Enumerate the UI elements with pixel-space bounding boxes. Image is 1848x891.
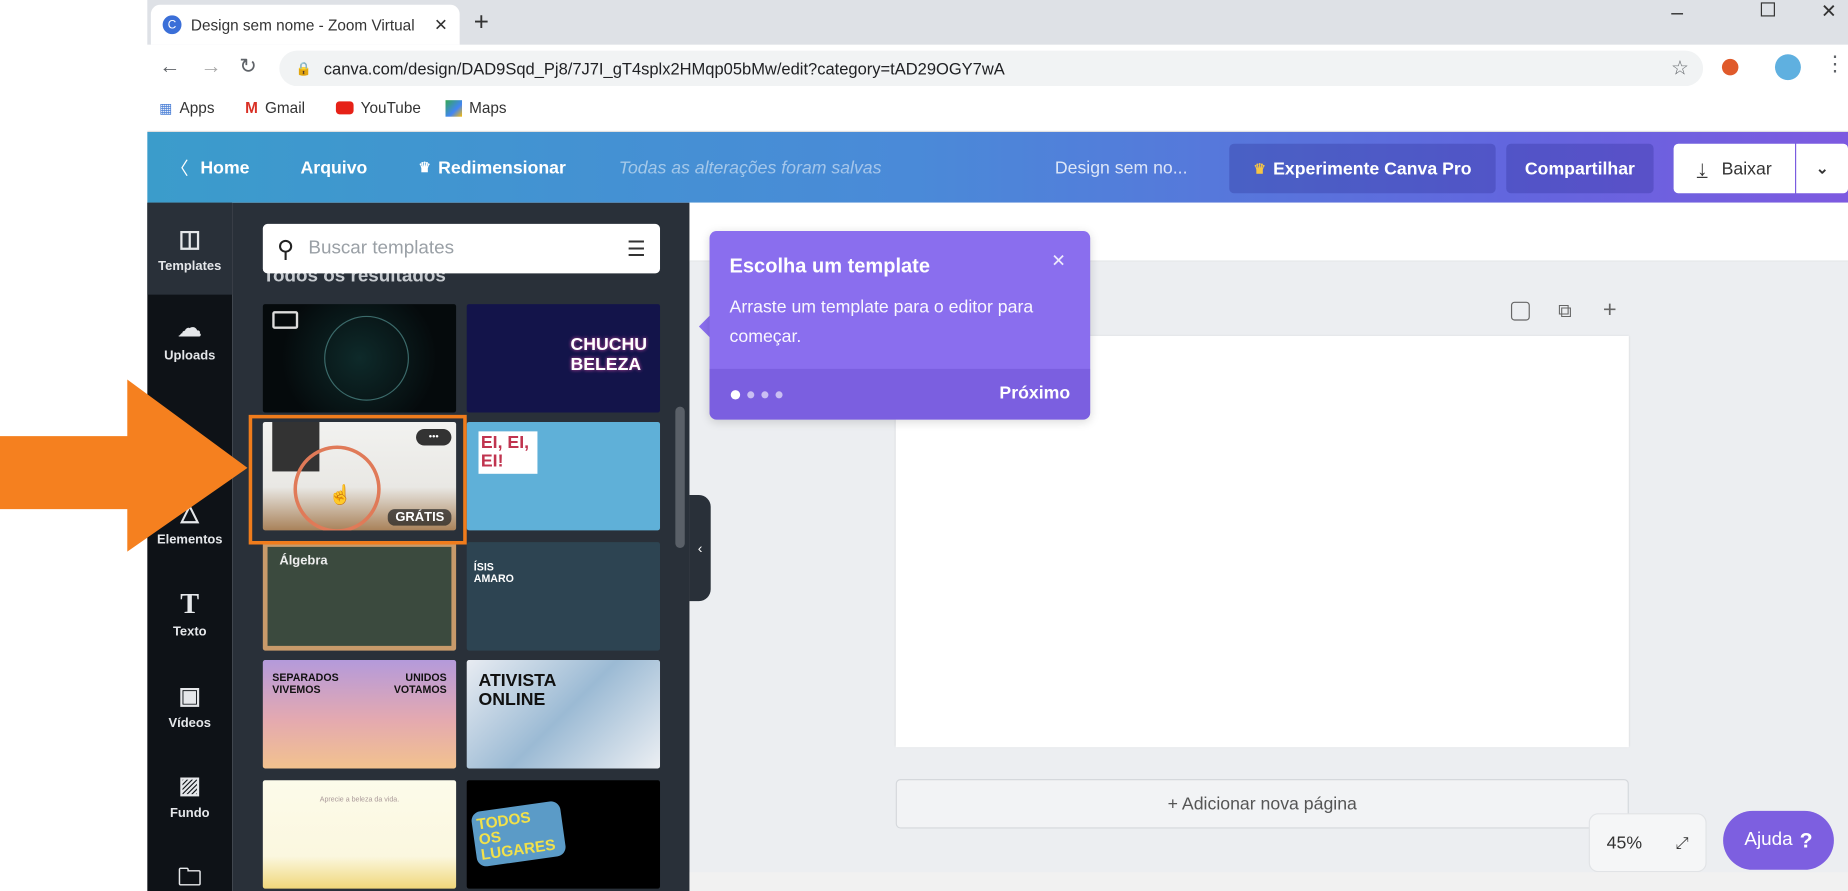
template-thumbnail[interactable]: ATIVISTA ONLINE bbox=[466, 660, 661, 769]
screen: C Design sem nome - Zoom Virtual ✕ + – ✕… bbox=[0, 0, 1848, 891]
template-thumbnail[interactable]: CHUCHU BELEZA bbox=[466, 304, 661, 413]
bookmark-star-icon[interactable]: ☆ bbox=[1671, 57, 1689, 81]
text-icon: T bbox=[180, 589, 200, 620]
step-dot bbox=[747, 391, 755, 399]
upload-cloud-icon: ☁ bbox=[177, 315, 202, 342]
design-name[interactable]: Design sem no... bbox=[1055, 132, 1188, 203]
folder-icon: 🗀 bbox=[177, 865, 202, 891]
profile-avatar[interactable] bbox=[1774, 54, 1801, 81]
minimize-icon[interactable]: – bbox=[1671, 0, 1683, 25]
crown-icon: ♛ bbox=[1253, 160, 1267, 177]
canva-favicon-icon: C bbox=[162, 15, 182, 35]
step-dots bbox=[730, 390, 783, 400]
share-button[interactable]: Compartilhar bbox=[1506, 143, 1654, 194]
orange-arrow-annotation bbox=[0, 379, 248, 552]
crown-icon: ♛ bbox=[418, 159, 432, 176]
reload-icon[interactable]: ↻ bbox=[239, 54, 257, 79]
background-icon: ▨ bbox=[178, 773, 201, 800]
bookmark-gmail[interactable]: M Gmail bbox=[245, 99, 305, 117]
onboarding-tooltip: Escolha um template ✕ Arraste um templat… bbox=[709, 231, 1091, 420]
step-dot bbox=[775, 391, 783, 399]
zoom-level[interactable]: 45% bbox=[1607, 833, 1642, 853]
download-button[interactable]: ↓ Baixar bbox=[1673, 143, 1796, 194]
notes-icon[interactable] bbox=[1510, 301, 1530, 321]
template-thumbnail[interactable]: ÍSIS AMARO bbox=[466, 542, 661, 651]
zoom-control[interactable]: 45% ⤢ bbox=[1588, 813, 1707, 873]
rail-item-text[interactable]: T Texto bbox=[147, 589, 232, 638]
file-menu[interactable]: Arquivo bbox=[301, 132, 368, 203]
close-tab-icon[interactable]: ✕ bbox=[434, 15, 448, 35]
add-page-icon[interactable]: + bbox=[1603, 297, 1617, 324]
apps-grid-icon: ▦ bbox=[159, 99, 173, 117]
tooltip-close-icon[interactable]: ✕ bbox=[1051, 250, 1066, 271]
rail-item-videos[interactable]: ▣ Vídeos bbox=[147, 684, 232, 731]
tab-title: Design sem nome - Zoom Virtual bbox=[190, 15, 415, 34]
resize-button[interactable]: ♛ Redimensionar bbox=[418, 132, 565, 203]
chevron-left-icon: 〈 bbox=[170, 158, 189, 179]
template-thumbnail[interactable]: EI, EI, EI! bbox=[466, 421, 661, 531]
template-thumbnail[interactable]: SEPARADOS VIVEMOS UNIDOS VOTAMOS bbox=[262, 660, 457, 769]
maps-icon bbox=[445, 99, 463, 117]
download-icon: ↓ bbox=[1696, 156, 1708, 180]
help-button[interactable]: Ajuda ? bbox=[1723, 810, 1834, 870]
fullscreen-icon[interactable]: ⤢ bbox=[1675, 833, 1688, 853]
back-icon[interactable]: ← bbox=[159, 54, 180, 79]
rail-item-folders[interactable]: 🗀 bbox=[147, 865, 232, 891]
chevron-left-icon: ‹ bbox=[697, 539, 703, 557]
extension-icon[interactable] bbox=[1721, 58, 1739, 76]
step-dot-active bbox=[730, 390, 741, 400]
bookmark-youtube[interactable]: YouTube bbox=[335, 99, 421, 117]
bookmark-maps[interactable]: Maps bbox=[445, 99, 507, 117]
template-thumbnail[interactable]: Álgebra bbox=[262, 542, 457, 651]
filter-sliders-icon[interactable]: ☰ bbox=[627, 236, 646, 261]
lock-icon: 🔒 bbox=[295, 61, 312, 77]
tooltip-footer: Próximo bbox=[709, 368, 1091, 420]
gmail-icon: M bbox=[245, 99, 258, 117]
panel-scrollbar[interactable] bbox=[675, 406, 685, 549]
duplicate-page-icon[interactable]: ⧉ bbox=[1558, 302, 1571, 323]
question-icon: ? bbox=[1799, 827, 1813, 852]
collapse-panel-handle[interactable]: ‹ bbox=[689, 495, 711, 602]
template-icon: ◫ bbox=[178, 226, 201, 253]
tooltip-body: Arraste um template para o editor para c… bbox=[729, 297, 1034, 347]
url-text: canva.com/design/DAD9Sqd_Pj8/7J7I_gT4spl… bbox=[323, 58, 1005, 78]
close-window-icon[interactable]: ✕ bbox=[1821, 0, 1837, 24]
add-page-button[interactable]: + Adicionar nova página bbox=[895, 779, 1629, 829]
youtube-icon bbox=[335, 101, 354, 115]
rail-item-templates[interactable]: ◫ Templates bbox=[147, 226, 232, 273]
highlight-box bbox=[248, 414, 467, 545]
tooltip-title: Escolha um template bbox=[729, 254, 930, 277]
template-thumbnail[interactable]: TODOS OS LUGARES bbox=[466, 780, 661, 889]
horizontal-scrollbar[interactable] bbox=[689, 872, 1848, 891]
home-button[interactable]: 〈 Home bbox=[171, 132, 250, 203]
template-thumbnail[interactable] bbox=[262, 304, 457, 413]
arrow-shape bbox=[0, 379, 248, 552]
browser-menu-icon[interactable]: ⋮ bbox=[1824, 52, 1845, 77]
try-canva-pro-button[interactable]: ♛ Experimente Canva Pro bbox=[1229, 143, 1496, 194]
maximize-icon[interactable] bbox=[1760, 2, 1775, 17]
circle-graphic bbox=[324, 315, 409, 401]
video-badge-icon bbox=[272, 311, 299, 329]
download-options-chevron-icon[interactable]: ⌄ bbox=[1796, 143, 1848, 194]
rail-item-uploads[interactable]: ☁ Uploads bbox=[147, 316, 232, 363]
rail-item-background[interactable]: ▨ Fundo bbox=[147, 773, 232, 820]
step-dot bbox=[761, 391, 769, 399]
template-search-input[interactable]: ⚲ Buscar templates ☰ bbox=[262, 223, 661, 274]
bookmark-apps[interactable]: ▦ Apps bbox=[159, 99, 214, 117]
video-icon: ▣ bbox=[178, 683, 201, 710]
search-icon: ⚲ bbox=[276, 236, 295, 263]
save-status: Todas as alterações foram salvas bbox=[618, 157, 882, 178]
next-button[interactable]: Próximo bbox=[999, 383, 1070, 403]
new-tab-button[interactable]: + bbox=[474, 7, 489, 38]
template-thumbnail[interactable]: Aprecie a beleza da vida. bbox=[262, 780, 457, 889]
forward-icon[interactable]: → bbox=[200, 54, 221, 79]
address-bar[interactable]: 🔒 canva.com/design/DAD9Sqd_Pj8/7J7I_gT4s… bbox=[279, 50, 1704, 87]
browser-tab[interactable]: C Design sem nome - Zoom Virtual ✕ bbox=[150, 4, 460, 45]
